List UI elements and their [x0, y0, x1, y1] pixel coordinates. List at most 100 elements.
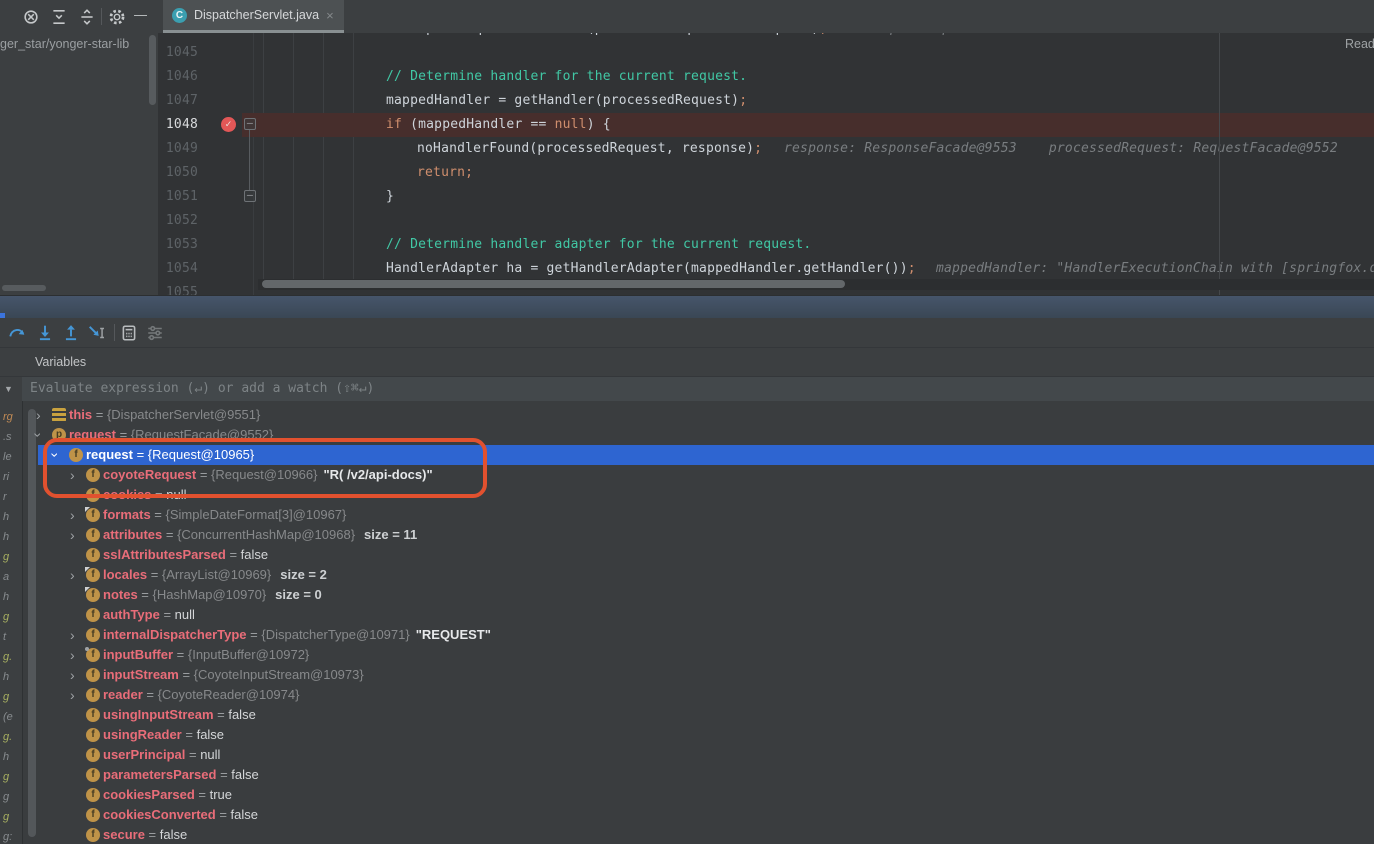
evaluate-expression-icon[interactable]	[120, 324, 138, 342]
breakpoint-icon[interactable]: ✓	[221, 117, 236, 132]
step-out-icon[interactable]	[62, 324, 80, 342]
variable-text: reader = {CoyoteReader@10974}	[103, 685, 299, 705]
variable-row[interactable]: ›this = {DispatcherServlet@9551}	[0, 405, 1374, 425]
tab-variables[interactable]: Variables	[35, 355, 86, 369]
field-icon: f	[86, 548, 100, 562]
variable-row[interactable]: fnotes = {HashMap@10970}size = 0	[0, 585, 1374, 605]
code-line[interactable]: 1047mappedHandler = getHandler(processed…	[158, 89, 1374, 113]
code-line[interactable]: 1054HandlerAdapter ha = getHandlerAdapte…	[158, 257, 1374, 281]
line-number: 1053	[158, 233, 198, 257]
field-icon: f	[86, 748, 100, 762]
code-line[interactable]: 1046// Determine handler for the current…	[158, 65, 1374, 89]
locate-icon[interactable]	[22, 8, 40, 26]
field-icon: f	[86, 668, 100, 682]
code-line[interactable]: 1045	[158, 41, 1374, 65]
field-icon: f	[86, 728, 100, 742]
code-line[interactable]: 1050return;	[158, 161, 1374, 185]
expand-all-icon[interactable]	[50, 8, 68, 26]
collapse-all-icon[interactable]	[78, 8, 96, 26]
chevron-down-icon[interactable]: ›	[45, 453, 65, 458]
chevron-down-icon[interactable]: ›	[28, 433, 48, 438]
field-icon: f	[86, 488, 100, 502]
code-line[interactable]: 1052	[158, 209, 1374, 233]
variable-row[interactable]: ›finputBuffer = {InputBuffer@10972}	[0, 645, 1374, 665]
variable-row[interactable]: fauthType = null	[0, 605, 1374, 625]
reader-mode-label[interactable]: Reade	[1345, 37, 1374, 51]
variable-text: coyoteRequest = {Request@10966}"R( /v2/a…	[103, 465, 433, 485]
code-text: // Determine handler for the current req…	[386, 65, 747, 89]
code-line[interactable]: 1053// Determine handler adapter for the…	[158, 233, 1374, 257]
chevron-right-icon[interactable]: ›	[36, 405, 41, 425]
variable-row[interactable]: ›fattributes = {ConcurrentHashMap@10968}…	[0, 525, 1374, 545]
project-vertical-scrollbar[interactable]	[149, 35, 156, 105]
field-icon: f	[86, 528, 100, 542]
variable-row[interactable]: ›fcoyoteRequest = {Request@10966}"R( /v2…	[0, 465, 1374, 485]
chevron-right-icon[interactable]: ›	[70, 465, 75, 485]
line-number: 1052	[158, 209, 198, 233]
code-line[interactable]: 1051–}	[158, 185, 1374, 209]
code-line[interactable]: 1049noHandlerFound(processedRequest, res…	[158, 137, 1374, 161]
variable-text: cookiesParsed = true	[103, 785, 232, 805]
variable-row[interactable]: ›frequest = {Request@10965}	[0, 445, 1374, 465]
chevron-right-icon[interactable]: ›	[70, 625, 75, 645]
toolbar-separator	[101, 8, 102, 25]
code-text: multipartRequestParsed = (processedReque…	[386, 33, 827, 41]
step-into-icon[interactable]	[36, 324, 54, 342]
chevron-right-icon[interactable]: ›	[70, 685, 75, 705]
chevron-down-icon[interactable]: ▼	[4, 384, 13, 394]
chevron-right-icon[interactable]: ›	[70, 565, 75, 585]
evaluate-bar-row: ▼ Evaluate expression (↵) or add a watch…	[0, 377, 1374, 401]
debug-view-tabs: Variables	[0, 348, 1374, 377]
variable-row[interactable]: fsecure = false	[0, 825, 1374, 844]
debug-toolbar	[0, 318, 1374, 348]
variable-row[interactable]: fcookiesParsed = true	[0, 785, 1374, 805]
project-horizontal-scrollbar[interactable]	[2, 285, 46, 291]
tab-dispatcherservlet-java[interactable]: C DispatcherServlet.java ×	[163, 0, 344, 33]
field-icon: f	[69, 448, 83, 462]
variable-text: cookiesConverted = false	[103, 805, 258, 825]
right-margin-guide	[1219, 33, 1220, 295]
line-number: 1054	[158, 257, 198, 281]
variable-row[interactable]: fcookiesConverted = false	[0, 805, 1374, 825]
settings-gear-icon[interactable]	[108, 8, 126, 26]
variable-row[interactable]: fuserPrincipal = null	[0, 745, 1374, 765]
variable-row[interactable]: ›finputStream = {CoyoteInputStream@10973…	[0, 665, 1374, 685]
variable-row[interactable]: ›finternalDispatcherType = {DispatcherTy…	[0, 625, 1374, 645]
chevron-right-icon[interactable]: ›	[70, 505, 75, 525]
layout-settings-icon[interactable]	[146, 324, 164, 342]
inline-debugger-hint: multipartRequestParsed: false	[850, 33, 1083, 41]
code-editor[interactable]: 1044multipartRequestParsed = (processedR…	[158, 33, 1374, 295]
variable-row[interactable]: fusingInputStream = false	[0, 705, 1374, 725]
fold-marker-icon[interactable]: –	[244, 190, 256, 202]
step-over-icon[interactable]	[8, 324, 26, 342]
evaluate-expression-input[interactable]: Evaluate expression (↵) or add a watch (…	[22, 377, 1374, 401]
tab-label: DispatcherServlet.java	[194, 8, 319, 22]
code-line[interactable]: 1044multipartRequestParsed = (processedR…	[158, 33, 1374, 41]
variable-row[interactable]: ›freader = {CoyoteReader@10974}	[0, 685, 1374, 705]
variable-row[interactable]: fcookies = null	[0, 485, 1374, 505]
line-number: 1050	[158, 161, 198, 185]
run-to-cursor-icon[interactable]	[88, 324, 106, 342]
chevron-right-icon[interactable]: ›	[70, 525, 75, 545]
variable-row[interactable]: ›fformats = {SimpleDateFormat[3]@10967}	[0, 505, 1374, 525]
line-number: 1047	[158, 89, 198, 113]
hide-panel-icon[interactable]: —	[134, 7, 152, 25]
project-tree-item[interactable]: ger_star/yonger-star-lib	[0, 37, 129, 51]
chevron-right-icon[interactable]: ›	[70, 645, 75, 665]
variable-text: internalDispatcherType = {DispatcherType…	[103, 625, 491, 645]
tab-close-icon[interactable]: ×	[326, 9, 334, 22]
field-corner-mark-icon	[85, 567, 90, 572]
field-icon: f	[86, 808, 100, 822]
chevron-right-icon[interactable]: ›	[70, 665, 75, 685]
editor-hscroll-thumb[interactable]	[262, 280, 845, 288]
variable-text: authType = null	[103, 605, 195, 625]
variable-row[interactable]: fsslAttributesParsed = false	[0, 545, 1374, 565]
variable-row[interactable]: fparametersParsed = false	[0, 765, 1374, 785]
variable-row[interactable]: fusingReader = false	[0, 725, 1374, 745]
fold-marker-icon[interactable]: –	[244, 118, 256, 130]
panel-splitter[interactable]	[0, 295, 1374, 318]
variable-row[interactable]: ›flocales = {ArrayList@10969}size = 2	[0, 565, 1374, 585]
variable-text: inputBuffer = {InputBuffer@10972}	[103, 645, 309, 665]
current-line-highlight[interactable]: 1048✓–if (mappedHandler == null) {	[158, 113, 1374, 137]
variable-row[interactable]: ›prequest = {RequestFacade@9552}	[0, 425, 1374, 445]
